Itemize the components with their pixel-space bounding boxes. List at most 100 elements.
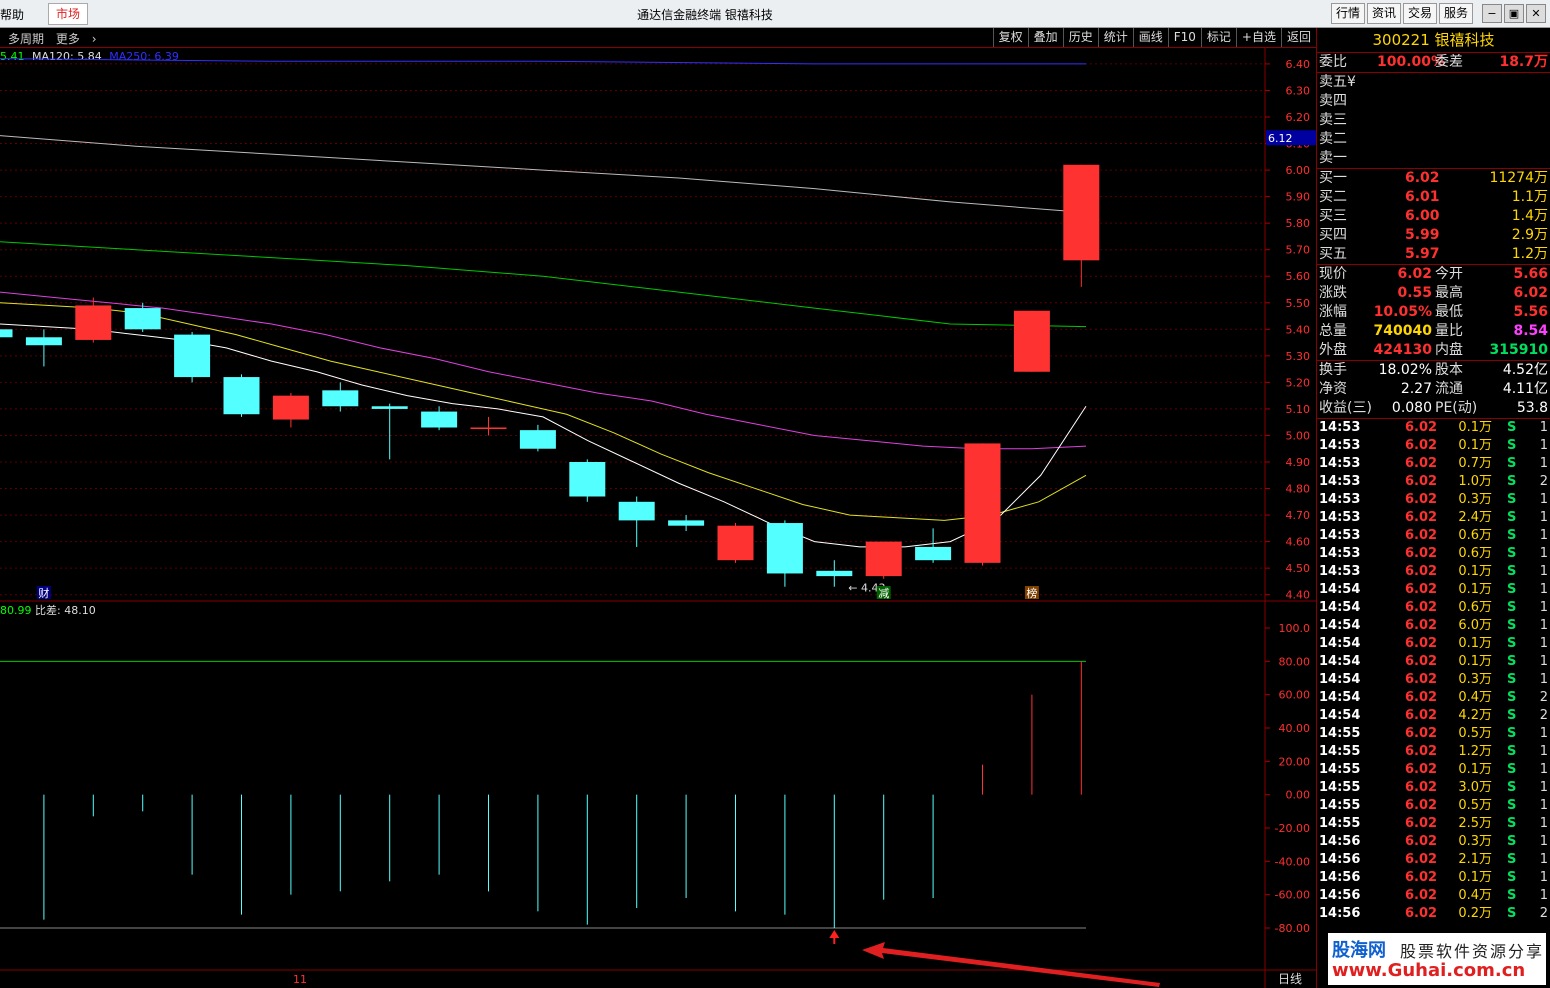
tick-time: 14:56 — [1319, 906, 1361, 921]
candle-body — [25, 337, 62, 346]
tick-volume: 1.2万 — [1458, 744, 1492, 759]
tick-side: S — [1507, 852, 1517, 867]
stat-value-2: 5.56 — [1513, 304, 1548, 320]
buy-level-row: 买五 5.97 1.2万 — [1317, 245, 1550, 264]
tick-side: S — [1507, 474, 1517, 489]
weibi-row: 委比 100.00% 委差 18.7万 — [1317, 53, 1550, 73]
tick-price: 6.02 — [1405, 816, 1438, 831]
title-bar: 帮助 市场 通达信金融终端 银禧科技 行情 资讯 交易 服务 − ▣ ✕ — [0, 0, 1550, 28]
stat-value: 6.02 — [1397, 266, 1432, 282]
tick-count: 1 — [1539, 798, 1548, 813]
tick-row: 14:56 6.02 0.1万 S 1 — [1317, 869, 1550, 887]
tick-row: 14:55 6.02 1.2万 S 1 — [1317, 743, 1550, 761]
tool-back[interactable]: 返回 — [1280, 28, 1316, 47]
tick-side: S — [1507, 510, 1517, 525]
candle-body — [371, 406, 408, 409]
fundamental-label-2: 流通 — [1435, 381, 1463, 397]
buy-level-price: 5.97 — [1405, 246, 1440, 262]
close-icon[interactable]: ✕ — [1526, 4, 1546, 23]
tick-volume: 0.7万 — [1458, 456, 1492, 471]
tool-f10[interactable]: F10 — [1167, 28, 1201, 47]
indicator-tick-label: 80.00 — [1279, 655, 1311, 668]
maximize-icon[interactable]: ▣ — [1504, 4, 1524, 23]
tool-overlay[interactable]: 叠加 — [1027, 28, 1063, 47]
tick-price: 6.02 — [1405, 762, 1438, 777]
stat-label: 涨幅 — [1319, 304, 1347, 320]
buy-level-row: 买二 6.01 1.1万 — [1317, 188, 1550, 207]
sell-level-row: 卖二 — [1317, 130, 1550, 149]
tick-time: 14:53 — [1319, 420, 1361, 435]
minimize-icon[interactable]: − — [1482, 4, 1502, 23]
tick-list[interactable]: 14:53 6.02 0.1万 S 1 14:53 6.02 0.1万 S 1 14:53 6.02 0… — [1317, 418, 1550, 923]
price-tick-label: 5.20 — [1286, 376, 1311, 389]
multi-period-button[interactable]: 多周期 — [8, 32, 44, 46]
stat-label-2: 最低 — [1435, 304, 1463, 320]
tick-volume: 0.1万 — [1458, 420, 1492, 435]
price-tick-label: 4.80 — [1286, 483, 1311, 496]
tick-count: 1 — [1539, 780, 1548, 795]
tick-price: 6.02 — [1405, 726, 1438, 741]
tick-row: 14:54 6.02 0.1万 S 1 — [1317, 581, 1550, 599]
fundamental-stats: 换手 18.02% 股本 4.52亿 净资 2.27 流通 4.11亿 收益(三) 0.080 PE… — [1317, 360, 1550, 418]
tick-row: 14:54 6.02 0.4万 S 2 — [1317, 689, 1550, 707]
kline-chart[interactable]: 6.406.306.206.106.005.905.805.705.605.50… — [0, 48, 1316, 988]
tick-price: 6.02 — [1405, 672, 1438, 687]
tick-time: 14:54 — [1319, 618, 1361, 633]
tick-side: S — [1507, 870, 1517, 885]
quote-panel: 300221 银禧科技 委比 100.00% 委差 18.7万 卖五¥ 卖四 卖三卖… — [1317, 28, 1550, 988]
tick-volume: 0.5万 — [1458, 726, 1492, 741]
price-tick-label: 4.90 — [1286, 456, 1311, 469]
stat-label-2: 今开 — [1435, 266, 1463, 282]
tick-volume: 0.1万 — [1458, 654, 1492, 669]
nav-trade-button[interactable]: 交易 — [1403, 3, 1438, 24]
buy-levels: 买一 6.02 11274万 买二 6.01 1.1万 买三 6.00 1.4万 买四 5.99 2.… — [1317, 168, 1550, 264]
tick-time: 14:53 — [1319, 492, 1361, 507]
tick-volume: 0.1万 — [1458, 582, 1492, 597]
watermark: 股海网 股票软件资源分享 www.Guhai.com.cn — [1328, 933, 1546, 985]
tick-price: 6.02 — [1405, 546, 1438, 561]
top-nav: 行情 资讯 交易 服务 — [1331, 3, 1474, 24]
more-button[interactable]: 更多 › — [56, 32, 105, 46]
tick-time: 14:54 — [1319, 654, 1361, 669]
tick-side: S — [1507, 780, 1517, 795]
indicator-tick-label: 20.00 — [1279, 755, 1311, 768]
tool-add-watchlist[interactable]: +自选 — [1235, 28, 1281, 47]
candle-body — [0, 329, 13, 338]
tool-marker[interactable]: 标记 — [1200, 28, 1236, 47]
tick-count: 1 — [1539, 672, 1548, 687]
price-tick-label: 5.60 — [1286, 270, 1311, 283]
tool-restore-rights[interactable]: 复权 — [992, 28, 1028, 47]
tick-price: 6.02 — [1405, 582, 1438, 597]
nav-news-button[interactable]: 资讯 — [1367, 3, 1402, 24]
tick-time: 14:55 — [1319, 726, 1361, 741]
tick-count: 1 — [1539, 582, 1548, 597]
nav-quotes-button[interactable]: 行情 — [1331, 3, 1366, 24]
stock-header[interactable]: 300221 银禧科技 — [1317, 28, 1550, 53]
indicator-legend-value: 80.99 — [0, 604, 32, 617]
tool-drawing[interactable]: 画线 — [1132, 28, 1168, 47]
nav-service-button[interactable]: 服务 — [1439, 3, 1474, 24]
indicator-tick-label: -20.00 — [1275, 822, 1310, 835]
sell-level-row: 卖四 — [1317, 92, 1550, 111]
tick-count: 1 — [1539, 762, 1548, 777]
tick-price: 6.02 — [1405, 870, 1438, 885]
annotation-arrow-icon — [862, 942, 1160, 987]
stat-value: 740040 — [1373, 323, 1432, 339]
tick-price: 6.02 — [1405, 780, 1438, 795]
candle-body — [322, 390, 359, 407]
price-tick-label: 5.90 — [1286, 191, 1311, 204]
tool-history[interactable]: 历史 — [1062, 28, 1098, 47]
tick-side: S — [1507, 744, 1517, 759]
buy-level-price: 6.01 — [1405, 189, 1440, 205]
tick-count: 1 — [1539, 816, 1548, 831]
tick-price: 6.02 — [1405, 708, 1438, 723]
tick-volume: 0.5万 — [1458, 798, 1492, 813]
tick-count: 1 — [1539, 888, 1548, 903]
fundamental-label: 收益(三) — [1319, 400, 1372, 416]
tool-statistics[interactable]: 统计 — [1097, 28, 1133, 47]
candle-body — [421, 411, 458, 428]
tick-side: S — [1507, 420, 1517, 435]
ma-magenta-line — [0, 291, 1087, 450]
tick-time: 14:56 — [1319, 834, 1361, 849]
tick-row: 14:53 6.02 0.6万 S 1 — [1317, 545, 1550, 563]
